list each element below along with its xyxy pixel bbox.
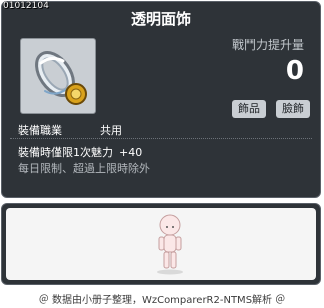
- item-icon-frame: [20, 38, 96, 114]
- description-text: 裝備時僅限1次魅力: [18, 146, 113, 159]
- description-line-1: 裝備時僅限1次魅力 +40: [18, 144, 142, 160]
- combat-power-value: 0: [285, 56, 304, 86]
- avatar-preview-area: [6, 208, 316, 280]
- combat-power-label: 戰鬥力提升量: [231, 38, 304, 52]
- description-line-2: 每日限制、超過上限時除外: [18, 162, 150, 175]
- item-name: 透明面饰: [130, 10, 191, 28]
- job-value: 共用: [100, 124, 122, 137]
- footer-credit: ＠ 数据由小册子整理，WzComparerR2-NTMS解析 ＠: [38, 295, 286, 306]
- item-id: 01012104: [3, 1, 49, 11]
- job-label: 裝備職業: [18, 124, 62, 137]
- charm-bonus: +40: [119, 146, 143, 159]
- item-tooltip: 透明面饰 戰鬥力提升量 0 飾品 臉飾 裝備職業 共用 裝備時僅限1次魅力 +40…: [1, 1, 321, 198]
- tag-face-accessory: 臉飾: [276, 100, 310, 118]
- character-preview-icon: [157, 214, 183, 275]
- tag-accessory: 飾品: [232, 100, 266, 118]
- avatar-preview-panel: [1, 203, 321, 285]
- divider: [10, 138, 312, 139]
- transparent-face-accessory-icon: [35, 51, 87, 105]
